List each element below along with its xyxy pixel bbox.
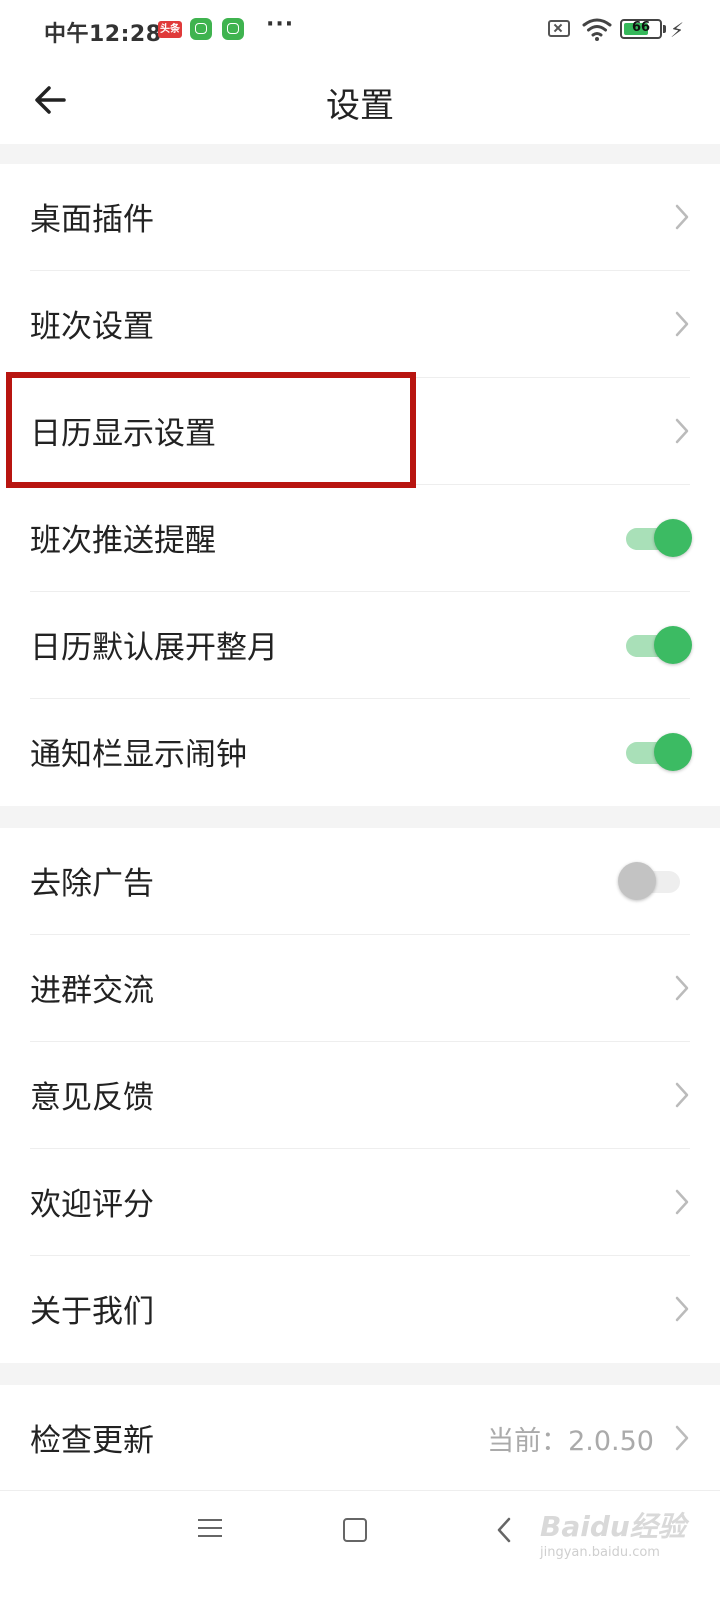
settings-section-update: 检查更新 当前：2.0.50 xyxy=(0,1385,720,1492)
notification-alarm-toggle[interactable] xyxy=(624,733,692,773)
home-icon[interactable] xyxy=(343,1518,367,1542)
settings-item-label: 通知栏显示闹钟 xyxy=(30,737,247,773)
settings-item-remove-ads: 去除广告 xyxy=(0,828,720,935)
settings-item-check-update[interactable]: 检查更新 当前：2.0.50 xyxy=(0,1385,720,1492)
settings-item-label: 进群交流 xyxy=(30,973,154,1009)
chevron-right-icon xyxy=(675,311,689,337)
remove-ads-toggle[interactable] xyxy=(618,862,686,902)
settings-item-notification-alarm: 通知栏显示闹钟 xyxy=(0,699,720,806)
settings-item-label: 意见反馈 xyxy=(30,1080,154,1116)
more-notifications-icon: ··· xyxy=(266,12,295,37)
settings-item-label: 日历默认展开整月 xyxy=(30,630,278,666)
chevron-right-icon xyxy=(675,418,689,444)
no-sim-icon xyxy=(548,20,570,37)
settings-item-label: 检查更新 xyxy=(30,1423,154,1459)
status-time: 中午12:28 xyxy=(44,22,162,47)
settings-item-label: 班次设置 xyxy=(30,309,154,345)
expand-month-toggle[interactable] xyxy=(624,626,692,666)
system-navigation-bar: Baidu经验 jingyan.baidu.com xyxy=(0,1490,720,1601)
section-gap xyxy=(0,806,720,828)
app-notification-icon xyxy=(190,18,212,40)
chevron-right-icon xyxy=(675,975,689,1001)
app-notification-icon xyxy=(222,18,244,40)
watermark-logo: Baidu经验 xyxy=(540,1510,686,1543)
settings-item-label: 关于我们 xyxy=(30,1294,154,1330)
settings-item-shift-settings[interactable]: 班次设置 xyxy=(0,271,720,378)
page-title: 设置 xyxy=(326,86,394,126)
settings-item-label: 欢迎评分 xyxy=(30,1187,154,1223)
battery-icon: 66 xyxy=(620,19,662,39)
settings-item-label: 班次推送提醒 xyxy=(30,523,216,559)
settings-section-misc: 去除广告 进群交流 意见反馈 欢迎评分 关于我们 xyxy=(0,828,720,1363)
settings-item-about-us[interactable]: 关于我们 xyxy=(0,1256,720,1363)
chevron-right-icon xyxy=(675,1425,689,1451)
settings-item-join-group[interactable]: 进群交流 xyxy=(0,935,720,1042)
toutiao-notification-icon: 头条 xyxy=(158,21,182,38)
chevron-right-icon xyxy=(675,1296,689,1322)
watermark-url: jingyan.baidu.com xyxy=(540,1545,660,1560)
chevron-right-icon xyxy=(675,1189,689,1215)
current-version: 当前：2.0.50 xyxy=(487,1426,654,1457)
chevron-right-icon xyxy=(675,204,689,230)
settings-item-shift-reminder: 班次推送提醒 xyxy=(0,485,720,592)
nav-back-icon[interactable] xyxy=(494,1515,514,1545)
chevron-right-icon xyxy=(675,1082,689,1108)
settings-item-feedback[interactable]: 意见反馈 xyxy=(0,1042,720,1149)
settings-item-label: 桌面插件 xyxy=(30,202,154,238)
section-gap xyxy=(0,144,720,164)
settings-item-desktop-widget[interactable]: 桌面插件 xyxy=(0,164,720,271)
recent-apps-icon[interactable] xyxy=(198,1519,222,1541)
charging-icon: ⚡ xyxy=(670,18,685,42)
highlight-annotation-box xyxy=(6,372,416,488)
section-gap xyxy=(0,1363,720,1385)
app-header: 设置 xyxy=(0,60,720,144)
settings-item-expand-month: 日历默认展开整月 xyxy=(0,592,720,699)
wifi-icon xyxy=(582,18,612,41)
battery-nub xyxy=(663,25,666,33)
settings-item-rate-app[interactable]: 欢迎评分 xyxy=(0,1149,720,1256)
battery-level: 66 xyxy=(631,20,651,35)
settings-item-label: 去除广告 xyxy=(30,866,154,902)
shift-reminder-toggle[interactable] xyxy=(624,519,692,559)
status-bar: 中午12:28 头条 ··· 66 ⚡ xyxy=(0,0,720,60)
